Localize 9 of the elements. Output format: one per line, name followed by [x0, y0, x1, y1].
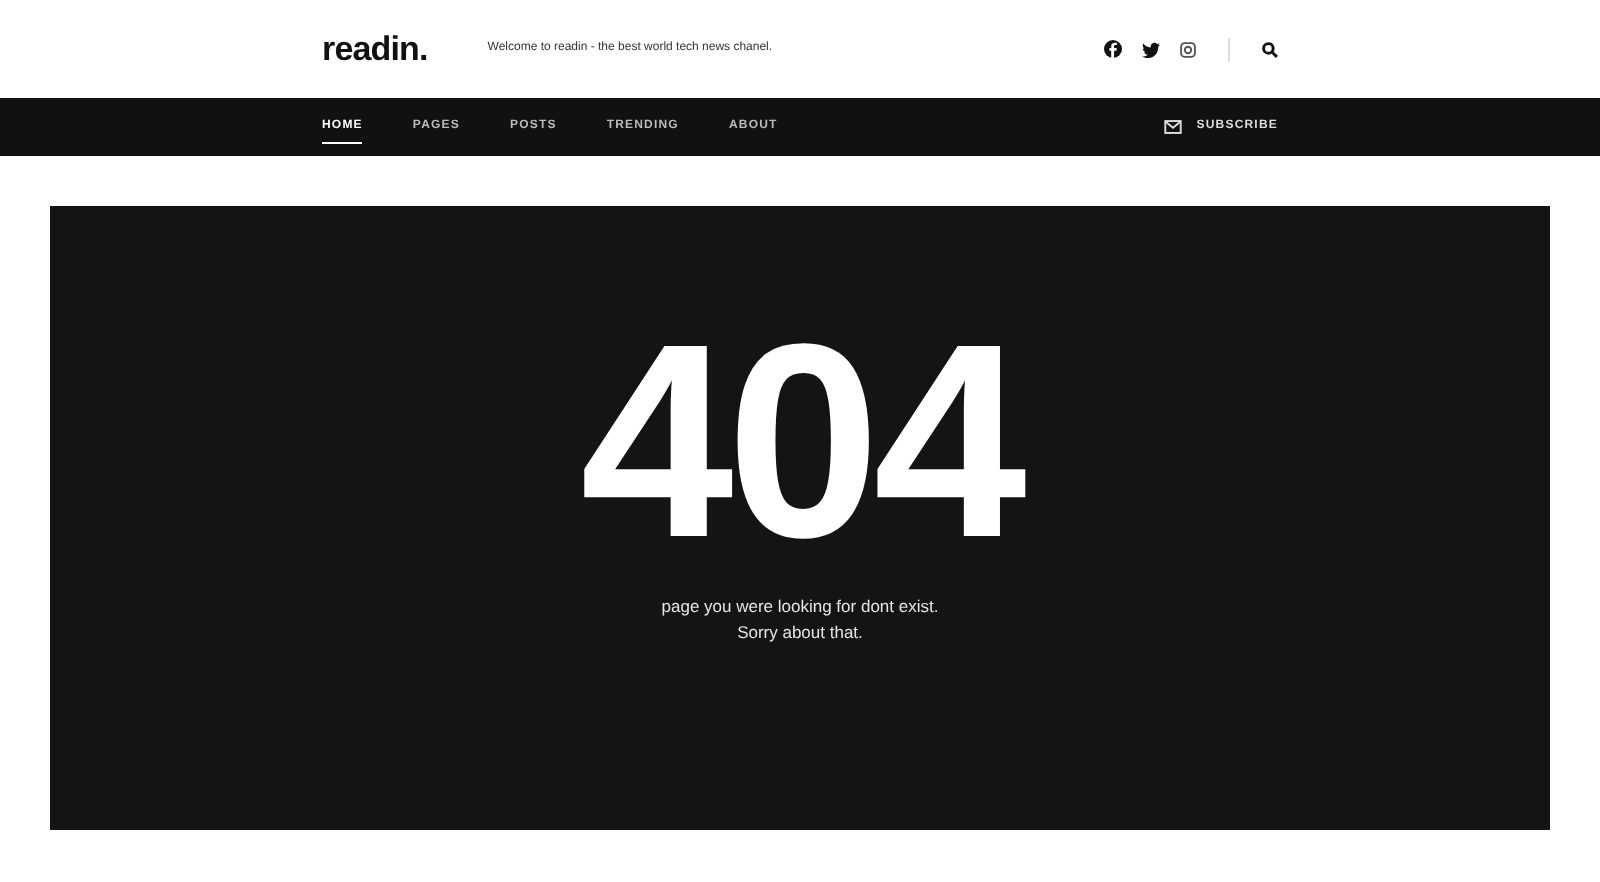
search-icon[interactable]: [1262, 41, 1278, 57]
error-message: page you were looking for dont exist.: [661, 594, 939, 620]
circle-f-icon[interactable]: [1104, 40, 1122, 58]
envelope-icon[interactable]: [1164, 120, 1183, 134]
bird-icon[interactable]: [1142, 41, 1160, 57]
camera-icon[interactable]: [1180, 41, 1196, 57]
error-code: 404: [580, 322, 1020, 562]
logo[interactable]: readin.: [322, 23, 428, 75]
error-message: Sorry about that.: [737, 620, 863, 646]
